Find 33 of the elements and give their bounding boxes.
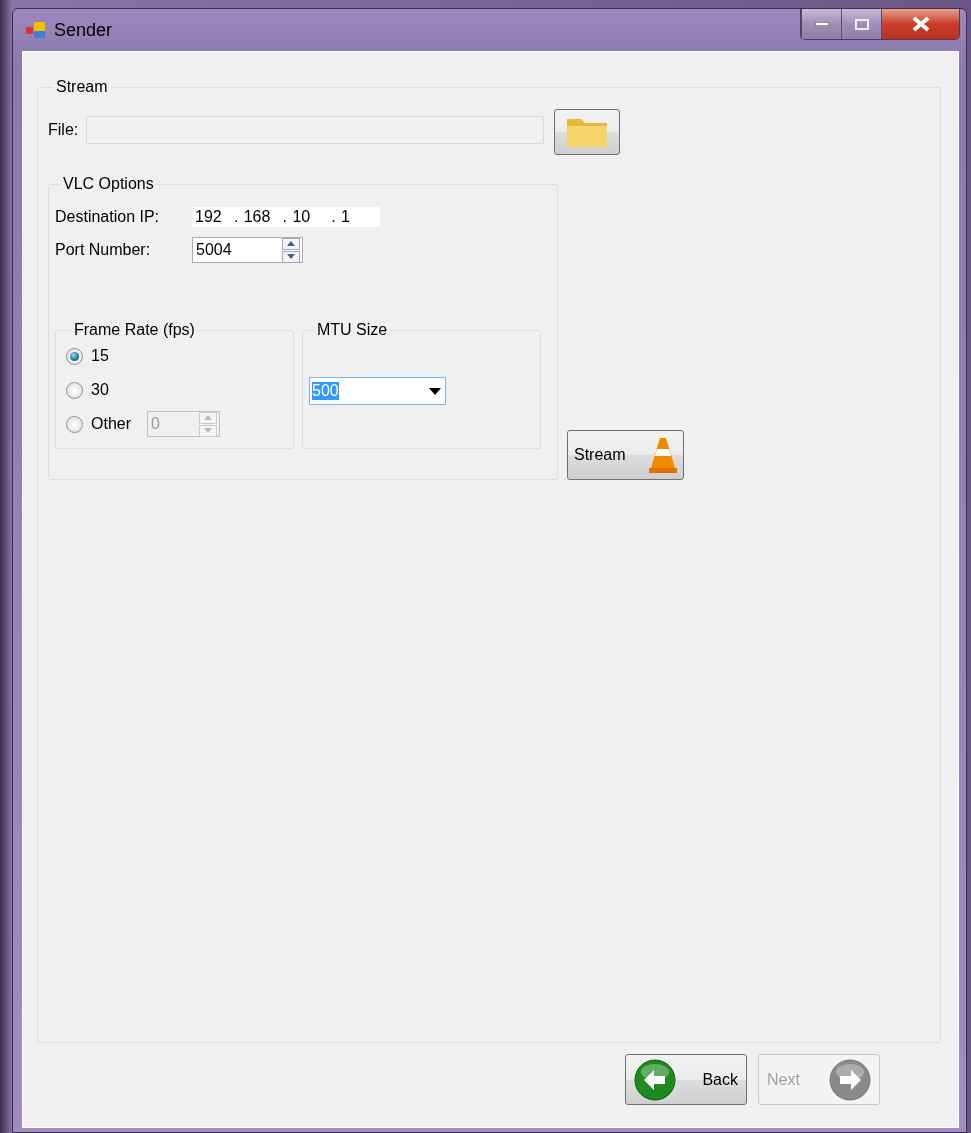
close-button[interactable]	[881, 9, 959, 39]
minimize-button[interactable]	[801, 9, 841, 39]
stream-button[interactable]: Stream	[567, 430, 684, 480]
radio-button[interactable]	[66, 381, 83, 399]
browse-button[interactable]	[554, 109, 621, 155]
spin-arrows-icon[interactable]	[282, 237, 300, 263]
back-button[interactable]: Back	[625, 1054, 747, 1105]
radio-button[interactable]	[66, 415, 83, 433]
field-label: Destination IP:	[55, 208, 161, 226]
group-title: Stream	[55, 78, 109, 96]
field-label: File:	[48, 120, 79, 139]
dropdown-arrow-icon	[429, 387, 441, 395]
ip-address-field[interactable]: 192 . 168 . 10 . 1	[192, 207, 380, 227]
group-title: Frame Rate (fps)	[73, 321, 196, 339]
group-title: VLC Options	[62, 175, 155, 193]
port-number-field[interactable]: 5004	[192, 237, 303, 263]
close-icon	[910, 16, 931, 32]
group-title: MTU Size	[316, 321, 389, 339]
option-label: 15	[91, 347, 109, 365]
maximize-icon	[854, 18, 869, 30]
window-title: Sender	[54, 19, 113, 41]
octet-separator: .	[331, 208, 337, 226]
minimize-icon	[814, 22, 829, 26]
option-label: Other	[91, 415, 131, 433]
octet-separator: .	[233, 208, 240, 226]
option-label: 30	[91, 381, 109, 399]
app-icon	[26, 21, 46, 39]
folder-icon	[565, 116, 610, 148]
field-label: Port Number:	[55, 241, 152, 259]
maximize-button[interactable]	[841, 9, 881, 39]
radio-button[interactable]	[66, 347, 83, 365]
traffic-cone-icon	[649, 436, 677, 474]
octet-separator: .	[282, 208, 289, 226]
